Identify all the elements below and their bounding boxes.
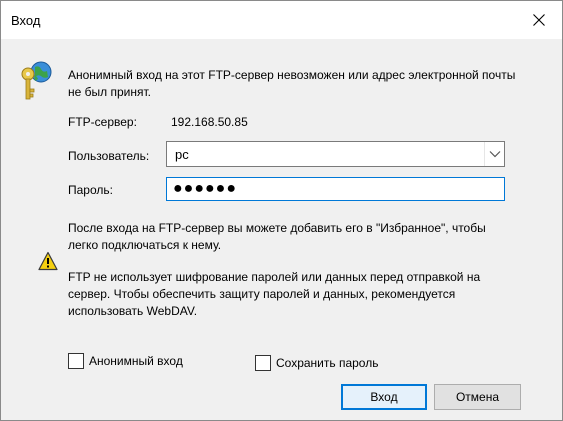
user-label: Пользователь: bbox=[68, 149, 150, 163]
info-message: Анонимный вход на этот FTP-сервер невозм… bbox=[68, 67, 548, 101]
dropdown-button[interactable] bbox=[484, 142, 504, 166]
title-bar: Вход bbox=[1, 1, 562, 39]
save-password-label: Сохранить пароль bbox=[276, 356, 379, 370]
login-dialog: Вход Анонимный вход на этот FTP-сервер н… bbox=[0, 0, 563, 421]
save-password-checkbox[interactable]: Сохранить пароль bbox=[255, 355, 378, 371]
user-value: pc bbox=[175, 147, 189, 162]
close-button[interactable] bbox=[516, 1, 562, 39]
password-label: Пароль: bbox=[68, 183, 113, 197]
dialog-title: Вход bbox=[11, 13, 41, 28]
favorites-hint-line-2: легко подключаться к нему. bbox=[68, 238, 222, 252]
login-button[interactable]: Вход bbox=[341, 384, 427, 410]
chevron-down-icon bbox=[489, 151, 500, 158]
warning-line-1: FTP не использует шифрование паролей или… bbox=[68, 270, 481, 284]
warning-icon bbox=[38, 251, 58, 271]
anonymous-login-label: Анонимный вход bbox=[89, 354, 183, 368]
security-warning: FTP не использует шифрование паролей или… bbox=[68, 269, 538, 320]
user-combobox[interactable]: pc bbox=[166, 141, 505, 167]
password-value: ●●●●●● bbox=[173, 180, 237, 197]
anonymous-login-checkbox[interactable]: Анонимный вход bbox=[68, 353, 183, 369]
anonymous-login-checkbox-box[interactable] bbox=[68, 353, 84, 369]
save-password-checkbox-box[interactable] bbox=[255, 355, 271, 371]
ftp-server-label: FTP-сервер: bbox=[68, 115, 137, 129]
warning-line-2: сервер. Чтобы обеспечить защиту паролей … bbox=[68, 287, 456, 301]
favorites-hint: После входа на FTP-сервер вы можете доба… bbox=[68, 220, 538, 254]
ftp-server-value: 192.168.50.85 bbox=[171, 115, 248, 129]
password-field[interactable]: ●●●●●● bbox=[166, 177, 505, 201]
warning-line-3: использовать WebDAV. bbox=[68, 304, 198, 318]
cancel-button[interactable]: Отмена bbox=[434, 384, 521, 410]
info-line-1: Анонимный вход на этот FTP-сервер невозм… bbox=[68, 68, 516, 82]
close-icon bbox=[533, 14, 545, 26]
info-line-2: не был принят. bbox=[68, 85, 151, 99]
favorites-hint-line-1: После входа на FTP-сервер вы можете доба… bbox=[68, 221, 486, 235]
keys-globe-icon bbox=[21, 61, 52, 100]
